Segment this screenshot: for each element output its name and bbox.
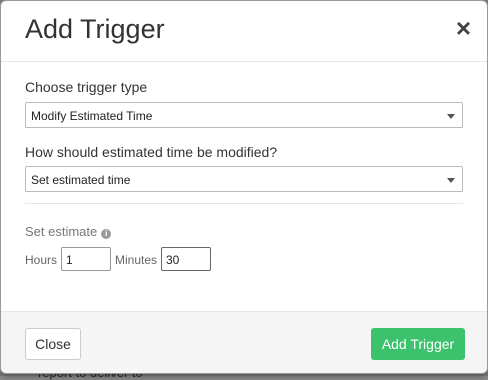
modification-select[interactable]: Set estimated time	[25, 166, 463, 192]
set-estimate-text: Set estimate	[25, 224, 98, 239]
modal-title: Add Trigger	[25, 14, 165, 44]
add-trigger-button[interactable]: Add Trigger	[371, 328, 465, 360]
trigger-type-value: Modify Estimated Time	[31, 109, 153, 123]
chevron-down-icon	[447, 114, 455, 119]
add-trigger-modal: Add Trigger × Choose trigger type Modify…	[0, 0, 488, 374]
info-icon[interactable]: i	[101, 229, 112, 239]
modification-label: How should estimated time be modified?	[25, 144, 278, 160]
hours-input[interactable]: 1	[61, 247, 111, 271]
hours-label: Hours	[25, 253, 58, 267]
minutes-label: Minutes	[115, 253, 158, 267]
close-icon[interactable]: ×	[456, 15, 471, 41]
trigger-type-select[interactable]: Modify Estimated Time	[25, 102, 463, 128]
chevron-down-icon	[447, 178, 455, 183]
modal-header: Add Trigger ×	[1, 1, 487, 62]
trigger-type-label: Choose trigger type	[25, 79, 148, 95]
modification-value: Set estimated time	[31, 173, 131, 187]
section-divider	[25, 203, 463, 204]
modal-body: Choose trigger type Modify Estimated Tim…	[1, 62, 487, 311]
minutes-input[interactable]: 30	[161, 247, 211, 271]
close-button[interactable]: Close	[25, 328, 81, 360]
set-estimate-label: Set estimate i	[25, 224, 112, 239]
modal-footer: Close Add Trigger	[1, 311, 487, 373]
